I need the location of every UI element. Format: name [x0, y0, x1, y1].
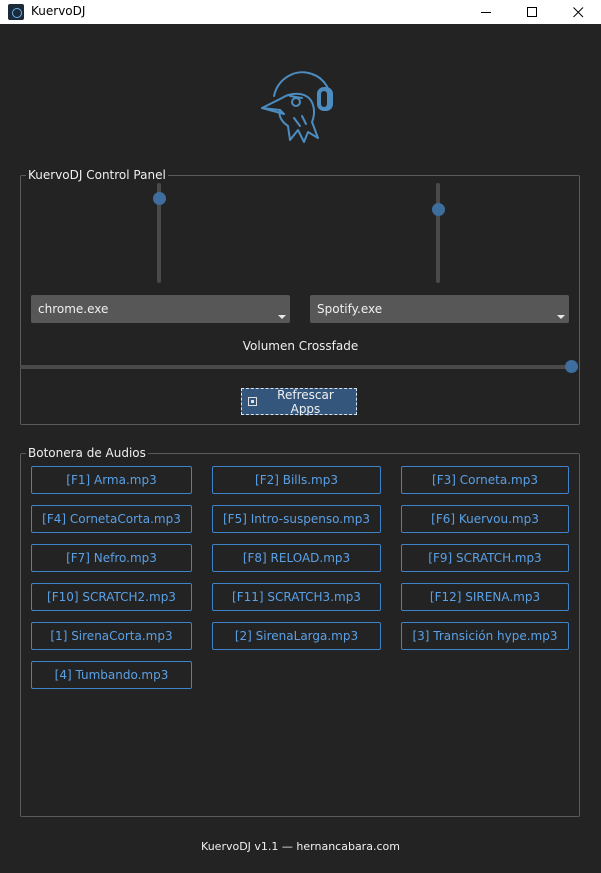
sound-button[interactable]: [1] SirenaCorta.mp3	[31, 622, 192, 650]
sound-button[interactable]: [F6] Kuervou.mp3	[401, 505, 569, 533]
left-app-select[interactable]: chrome.exe	[31, 295, 290, 323]
maximize-button[interactable]	[509, 0, 555, 24]
refresh-apps-label: Refrescar Apps	[277, 387, 334, 416]
sound-button[interactable]: [F5] Intro-suspenso.mp3	[212, 505, 381, 533]
minimize-icon	[480, 11, 491, 13]
sound-button[interactable]: [2] SirenaLarga.mp3	[212, 622, 381, 650]
sound-button[interactable]: [F12] SIRENA.mp3	[401, 583, 569, 611]
title-bar: KuervoDJ	[0, 0, 601, 24]
sound-button[interactable]: [F10] SCRATCH2.mp3	[31, 583, 192, 611]
right-volume-track[interactable]	[436, 183, 440, 283]
crow-dj-logo-icon	[261, 71, 333, 143]
refresh-apps-button[interactable]: Refrescar Apps	[241, 387, 357, 416]
right-app-value: Spotify.exe	[317, 302, 383, 316]
close-button[interactable]	[555, 0, 601, 24]
window-title: KuervoDJ	[31, 4, 86, 18]
crossfade-label: Volumen Crossfade	[242, 339, 359, 353]
right-app-select[interactable]: Spotify.exe	[310, 295, 569, 323]
chevron-down-icon	[278, 315, 286, 319]
maximize-icon	[526, 6, 537, 17]
sound-button[interactable]: [F3] Corneta.mp3	[401, 466, 569, 494]
sound-button[interactable]: [F9] SCRATCH.mp3	[401, 544, 569, 572]
crossfade-track[interactable]	[20, 365, 578, 369]
sound-button[interactable]: [3] Transición hype.mp3	[401, 622, 569, 650]
sound-button[interactable]: [F11] SCRATCH3.mp3	[212, 583, 381, 611]
soundboard-label: Botonera de Audios	[26, 446, 148, 460]
footer-text: KuervoDJ v1.1 — hernancabara.com	[201, 840, 400, 853]
sound-button[interactable]: [F7] Nefro.mp3	[31, 544, 192, 572]
right-volume-knob[interactable]	[432, 203, 445, 216]
left-app-value: chrome.exe	[38, 302, 109, 316]
refresh-icon	[248, 397, 257, 406]
crossfade-knob[interactable]	[565, 360, 578, 373]
left-volume-knob[interactable]	[153, 191, 166, 205]
sound-button[interactable]: [F8] RELOAD.mp3	[212, 544, 381, 572]
control-panel-label: KuervoDJ Control Panel	[26, 168, 168, 182]
chevron-down-icon	[557, 315, 565, 319]
sound-button[interactable]: [F1] Arma.mp3	[31, 466, 192, 494]
sound-button[interactable]: [4] Tumbando.mp3	[31, 661, 192, 689]
close-icon	[572, 6, 583, 17]
minimize-button[interactable]	[463, 0, 509, 24]
sound-button[interactable]: [F4] CornetaCorta.mp3	[31, 505, 192, 533]
app-icon	[8, 4, 24, 20]
sound-button[interactable]: [F2] Bills.mp3	[212, 466, 381, 494]
